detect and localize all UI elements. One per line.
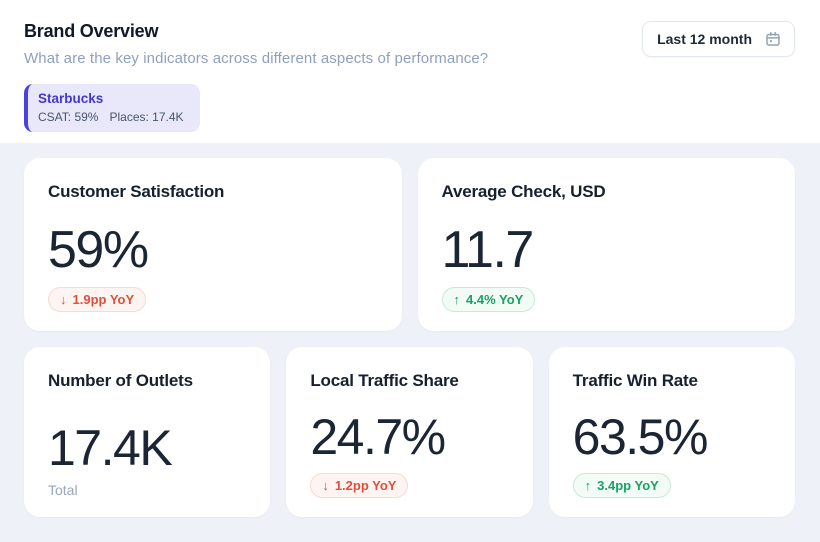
arrow-up-icon: ↑: [585, 478, 592, 493]
brand-overview-page: Brand Overview What are the key indicato…: [0, 0, 820, 542]
kpi-value: 63.5%: [573, 412, 771, 462]
kpi-title: Customer Satisfaction: [48, 182, 378, 202]
brand-name: Starbucks: [38, 90, 184, 107]
yoy-change-badge: ↑ 3.4pp YoY: [573, 473, 671, 498]
header-text: Brand Overview What are the key indicato…: [24, 21, 488, 67]
page-title: Brand Overview: [24, 21, 488, 42]
kpi-row-bottom: Number of Outlets 17.4K Total Local Traf…: [24, 347, 795, 517]
page-subtitle: What are the key indicators across diffe…: [24, 50, 488, 67]
brand-csat: CSAT: 59%: [38, 109, 98, 125]
brand-chip-starbucks[interactable]: Starbucks CSAT: 59% Places: 17.4K: [24, 84, 200, 132]
kpi-title: Traffic Win Rate: [573, 371, 771, 391]
kpi-footnote: Total: [48, 482, 246, 498]
kpi-row-top: Customer Satisfaction 59% ↓ 1.9pp YoY Av…: [24, 158, 795, 331]
kpi-card-average-check: Average Check, USD 11.7 ↑ 4.4% YoY: [418, 158, 796, 331]
date-range-label: Last 12 month: [657, 31, 752, 47]
kpi-grid: Customer Satisfaction 59% ↓ 1.9pp YoY Av…: [0, 143, 820, 542]
page-header: Brand Overview What are the key indicato…: [0, 0, 820, 143]
date-range-button[interactable]: Last 12 month: [642, 21, 795, 57]
yoy-change-badge: ↓ 1.9pp YoY: [48, 287, 146, 312]
kpi-card-number-of-outlets: Number of Outlets 17.4K Total: [24, 347, 270, 517]
calendar-icon: [764, 30, 782, 48]
kpi-value: 59%: [48, 224, 378, 276]
kpi-value: 17.4K: [48, 423, 246, 473]
kpi-card-local-traffic-share: Local Traffic Share 24.7% ↓ 1.2pp YoY: [286, 347, 532, 517]
yoy-change-badge: ↓ 1.2pp YoY: [310, 473, 408, 498]
yoy-change-label: 3.4pp YoY: [597, 478, 659, 493]
kpi-value: 24.7%: [310, 412, 508, 462]
yoy-change-label: 1.9pp YoY: [73, 292, 135, 307]
kpi-title: Number of Outlets: [48, 371, 246, 391]
kpi-title: Local Traffic Share: [310, 371, 508, 391]
brand-places: Places: 17.4K: [109, 109, 183, 125]
yoy-change-badge: ↑ 4.4% YoY: [442, 287, 536, 312]
yoy-change-label: 4.4% YoY: [466, 292, 523, 307]
kpi-card-customer-satisfaction: Customer Satisfaction 59% ↓ 1.9pp YoY: [24, 158, 402, 331]
arrow-up-icon: ↑: [454, 292, 461, 307]
arrow-down-icon: ↓: [322, 478, 329, 493]
kpi-value: 11.7: [442, 224, 772, 276]
brand-stats: CSAT: 59% Places: 17.4K: [38, 109, 184, 125]
kpi-title: Average Check, USD: [442, 182, 772, 202]
yoy-change-label: 1.2pp YoY: [335, 478, 397, 493]
kpi-card-traffic-win-rate: Traffic Win Rate 63.5% ↑ 3.4pp YoY: [549, 347, 795, 517]
arrow-down-icon: ↓: [60, 292, 67, 307]
